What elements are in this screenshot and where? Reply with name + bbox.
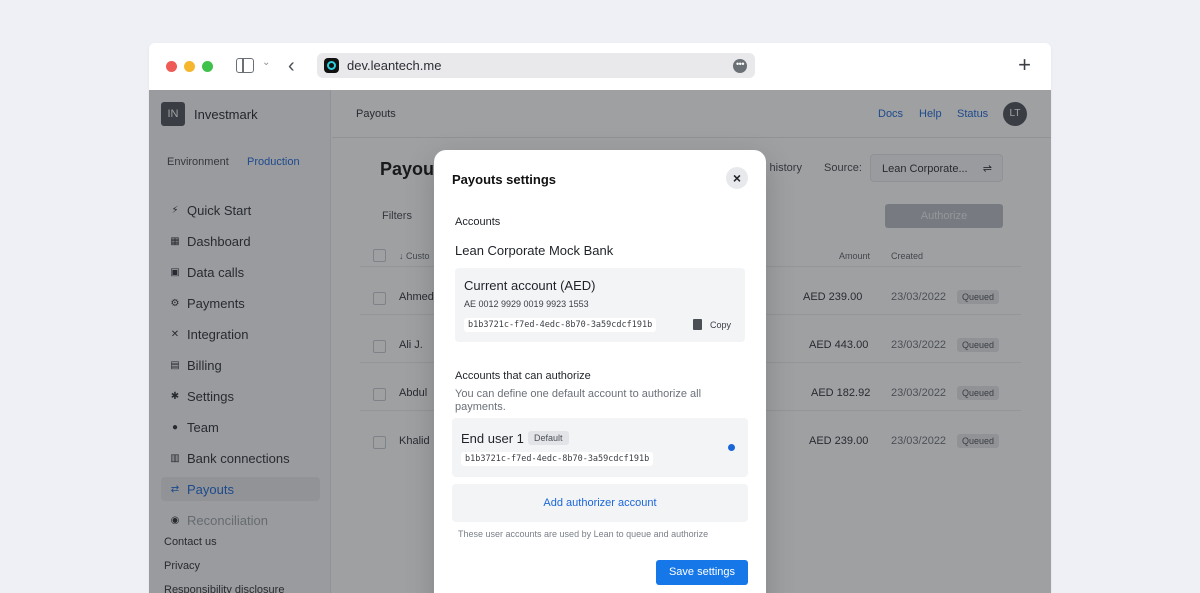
save-settings-button[interactable]: Save settings <box>656 560 748 585</box>
more-options-icon[interactable]: ••• <box>733 59 747 73</box>
default-badge: Default <box>528 431 569 445</box>
minimize-window-button[interactable] <box>184 61 195 72</box>
url-text[interactable]: dev.leantech.me <box>347 58 441 73</box>
address-bar[interactable]: dev.leantech.me ••• <box>317 53 755 78</box>
clipboard-icon[interactable] <box>693 319 702 330</box>
account-name: Current account (AED) <box>464 278 596 293</box>
browser-toolbar: ⌄ ‹ dev.leantech.me ••• + <box>149 43 1051 90</box>
add-authorizer-button[interactable]: Add authorizer account <box>452 484 748 522</box>
modal-title: Payouts settings <box>452 172 557 187</box>
chevron-down-icon[interactable]: ⌄ <box>262 57 270 68</box>
authorizers-description: You can define one default account to au… <box>455 388 702 413</box>
back-button[interactable]: ‹ <box>288 53 295 79</box>
authorizers-section-label: Accounts that can authorize <box>455 370 591 382</box>
site-favicon-icon <box>324 58 339 73</box>
account-card: Current account (AED) AE 0012 9929 0019 … <box>455 268 745 342</box>
sidebar-toggle-icon[interactable] <box>236 58 254 73</box>
default-radio[interactable] <box>728 444 735 451</box>
new-tab-button[interactable]: + <box>1018 51 1031 79</box>
accounts-section-label: Accounts <box>455 216 501 228</box>
close-window-button[interactable] <box>166 61 177 72</box>
authorizer-id: b1b3721c-f7ed-4edc-8b70-3a59cdcf191b <box>461 452 654 466</box>
authorizer-name: End user 1 <box>461 431 524 446</box>
close-icon[interactable]: × <box>726 167 748 189</box>
payouts-settings-modal: Payouts settings × Accounts Lean Corpora… <box>434 150 766 593</box>
authorizers-footnote: These user accounts are used by Lean to … <box>458 529 709 539</box>
bank-name: Lean Corporate Mock Bank <box>455 243 614 258</box>
copy-button[interactable]: Copy <box>710 320 731 330</box>
account-iban: AE 0012 9929 0019 9923 1553 <box>464 299 589 309</box>
account-id: b1b3721c-f7ed-4edc-8b70-3a59cdcf191b <box>464 318 657 332</box>
maximize-window-button[interactable] <box>202 61 213 72</box>
authorizer-card[interactable]: End user 1 Default b1b3721c-f7ed-4edc-8b… <box>452 418 748 477</box>
